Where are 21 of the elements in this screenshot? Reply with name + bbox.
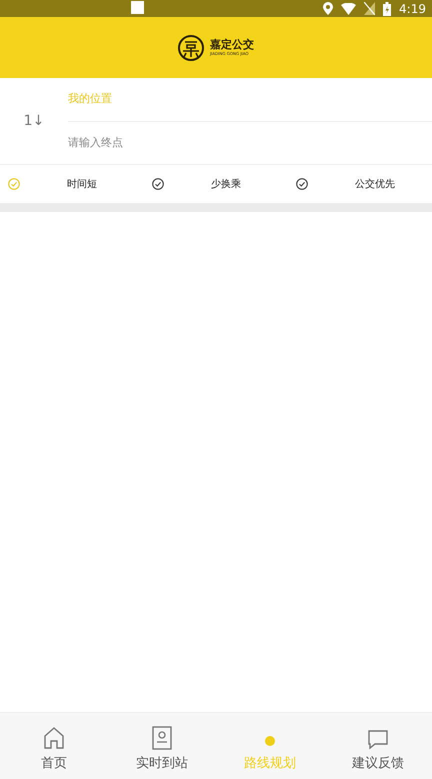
chat-icon	[367, 728, 389, 750]
wifi-icon	[341, 2, 356, 14]
tab-item[interactable]: 首页	[0, 713, 108, 779]
tab-item[interactable]: 建议反馈	[324, 713, 432, 779]
notification-icon	[131, 1, 144, 14]
option-item[interactable]: 少换乘	[144, 177, 288, 191]
logo-icon	[178, 34, 204, 60]
option-item[interactable]: 时间短	[0, 177, 144, 191]
card-icon	[152, 726, 172, 750]
option-label: 时间短	[67, 178, 97, 191]
option-label: 公交优先	[355, 178, 395, 191]
logo-title: 嘉定公交	[210, 38, 254, 51]
destination-field[interactable]: 请输入终点	[68, 122, 432, 164]
option-item[interactable]: 公交优先	[288, 177, 432, 191]
swap-button[interactable]: 1↓	[0, 113, 68, 129]
tab-item[interactable]: 实时到站	[108, 713, 216, 779]
no-signal-icon	[364, 2, 376, 15]
home-icon	[43, 726, 65, 750]
dot-icon	[265, 736, 275, 746]
option-label: 少换乘	[211, 178, 241, 191]
clock-time: 4:19	[399, 2, 426, 16]
